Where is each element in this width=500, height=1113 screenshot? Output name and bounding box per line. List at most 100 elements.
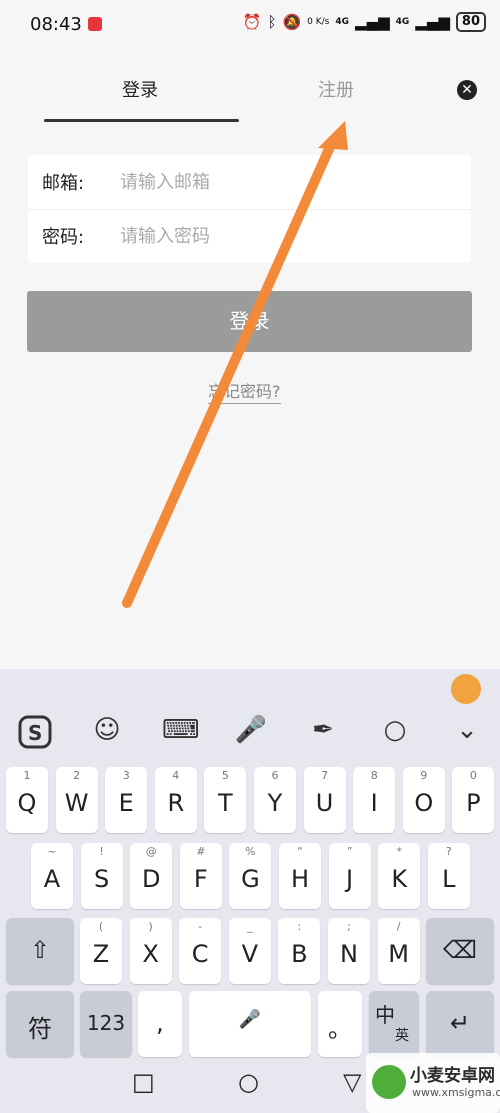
recent-apps-icon[interactable]: □: [132, 1068, 155, 1096]
watermark-logo-icon: [372, 1065, 406, 1099]
key-q[interactable]: 1Q: [6, 767, 48, 833]
key-x[interactable]: ) X: [129, 918, 172, 984]
key-char: K: [391, 865, 408, 893]
key-char: Z: [92, 940, 110, 968]
key-hint: -: [198, 920, 203, 933]
key-hint: 6: [271, 769, 279, 782]
delete-key[interactable]: ⌫: [426, 918, 494, 984]
key-char: A: [43, 865, 61, 893]
keyboard-mascot-icon[interactable]: [451, 674, 481, 704]
key-char: E: [118, 789, 134, 817]
number-key[interactable]: 123: [80, 991, 132, 1057]
key-v[interactable]: _ V: [228, 918, 271, 984]
key-i[interactable]: 8I: [353, 767, 396, 833]
key-y[interactable]: 6Y: [254, 767, 296, 833]
key-n[interactable]: ; N: [328, 918, 370, 984]
key-hint: ”: [346, 845, 353, 858]
keyboard-layout-icon[interactable]: ⌨: [162, 715, 200, 745]
key-u[interactable]: 7U: [303, 767, 346, 833]
language-switch-key[interactable]: 中英: [369, 991, 419, 1057]
lang-key-main: 中: [375, 1003, 395, 1027]
enter-icon: ↵: [449, 1009, 471, 1037]
key-hint: *: [396, 845, 402, 858]
key-hint: 5: [221, 769, 229, 782]
key-hint: %: [245, 845, 256, 858]
watermark: 小麦安卓网 www.xmsigma.com: [366, 1053, 500, 1113]
key-k[interactable]: * K: [378, 843, 421, 909]
key-hint: 9: [420, 769, 428, 782]
key-g[interactable]: % G: [229, 843, 272, 909]
search-icon[interactable]: ○: [378, 715, 412, 745]
handwriting-icon[interactable]: ✒: [306, 715, 340, 745]
key-z[interactable]: (Z: [80, 918, 122, 984]
key-r[interactable]: 4R: [154, 767, 197, 833]
key-e[interactable]: 3E: [105, 767, 148, 833]
sogou-logo-icon[interactable]: S: [18, 715, 52, 756]
key-char: U: [315, 789, 334, 817]
key-char: S: [93, 865, 110, 893]
key-m[interactable]: / M: [377, 918, 420, 984]
key-char: F: [193, 865, 208, 893]
key-hint: ~: [47, 845, 57, 858]
key-char: T: [218, 789, 233, 817]
key-char: D: [141, 865, 161, 893]
microphone-icon[interactable]: 🎤: [234, 715, 268, 745]
key-o[interactable]: 9O: [402, 767, 445, 833]
key-c[interactable]: -C: [179, 918, 222, 984]
comma-key-label: ,: [156, 1009, 164, 1037]
keyboard-toolbar: S ☺ ⌨ 🎤 ✒ ○ ⌄: [0, 669, 500, 765]
key-char: V: [241, 940, 258, 968]
key-hint: ;: [347, 920, 351, 933]
key-char: P: [466, 789, 481, 817]
key-hint: “: [297, 845, 303, 858]
key-char: J: [346, 865, 354, 893]
period-key-label: 。: [328, 1015, 352, 1043]
key-s[interactable]: ! S: [80, 843, 123, 909]
backspace-icon: ⌫: [443, 936, 477, 964]
back-icon[interactable]: ▽: [343, 1068, 361, 1096]
collapse-keyboard-icon[interactable]: ⌄: [450, 715, 484, 745]
key-hint: 8: [370, 769, 378, 782]
key-hint: 3: [122, 769, 130, 782]
key-char: G: [241, 865, 260, 893]
svg-text:S: S: [28, 721, 42, 745]
key-char: Q: [17, 789, 37, 817]
key-hint: ): [148, 920, 153, 933]
space-key[interactable]: 🎤: [189, 991, 311, 1057]
enter-key[interactable]: ↵: [426, 991, 494, 1057]
key-hint: 0: [469, 769, 477, 782]
lang-key-sub: 英: [395, 1028, 409, 1044]
shift-icon: ⇧: [29, 936, 51, 964]
key-l[interactable]: ? L: [427, 843, 470, 909]
key-b[interactable]: :B: [278, 918, 321, 984]
keyboard: S ☺ ⌨ 🎤 ✒ ○ ⌄ 1 Q 2 W 3 E 4 R 5 T 6 Y 7 U 8 I 9 O 0 P ~ A! S @ D…: [0, 669, 500, 1113]
key-char: X: [142, 940, 159, 968]
symbol-key-label: 符: [28, 1015, 52, 1043]
key-hint: 4: [172, 769, 180, 782]
home-icon[interactable]: ○: [238, 1068, 259, 1096]
shift-key[interactable]: ⇧: [6, 918, 74, 984]
space-mic-icon: 🎤: [238, 1009, 262, 1030]
key-char: R: [167, 789, 185, 817]
comma-key[interactable]: ,: [138, 991, 182, 1057]
emoji-icon[interactable]: ☺: [90, 715, 124, 745]
key-a[interactable]: ~ A: [31, 843, 73, 909]
number-key-label: 123: [86, 1011, 126, 1035]
symbol-key[interactable]: 符: [6, 991, 74, 1057]
watermark-url: www.xmsigma.com: [412, 1086, 500, 1099]
annotation-arrow: [122, 121, 348, 608]
key-char: I: [370, 789, 378, 817]
key-hint: ?: [445, 845, 452, 858]
key-char: L: [442, 865, 456, 893]
key-d[interactable]: @ D: [130, 843, 173, 909]
key-f[interactable]: # F: [179, 843, 222, 909]
key-p[interactable]: 0P: [452, 767, 495, 833]
key-h[interactable]: “H: [279, 843, 321, 909]
watermark-title: 小麦安卓网: [410, 1066, 495, 1086]
key-j[interactable]: ” J: [328, 843, 371, 909]
key-hint: _: [247, 920, 253, 933]
key-char: H: [290, 865, 310, 893]
key-w[interactable]: 2W: [55, 767, 98, 833]
period-key[interactable]: 。: [318, 991, 362, 1057]
key-t[interactable]: 5T: [204, 767, 247, 833]
